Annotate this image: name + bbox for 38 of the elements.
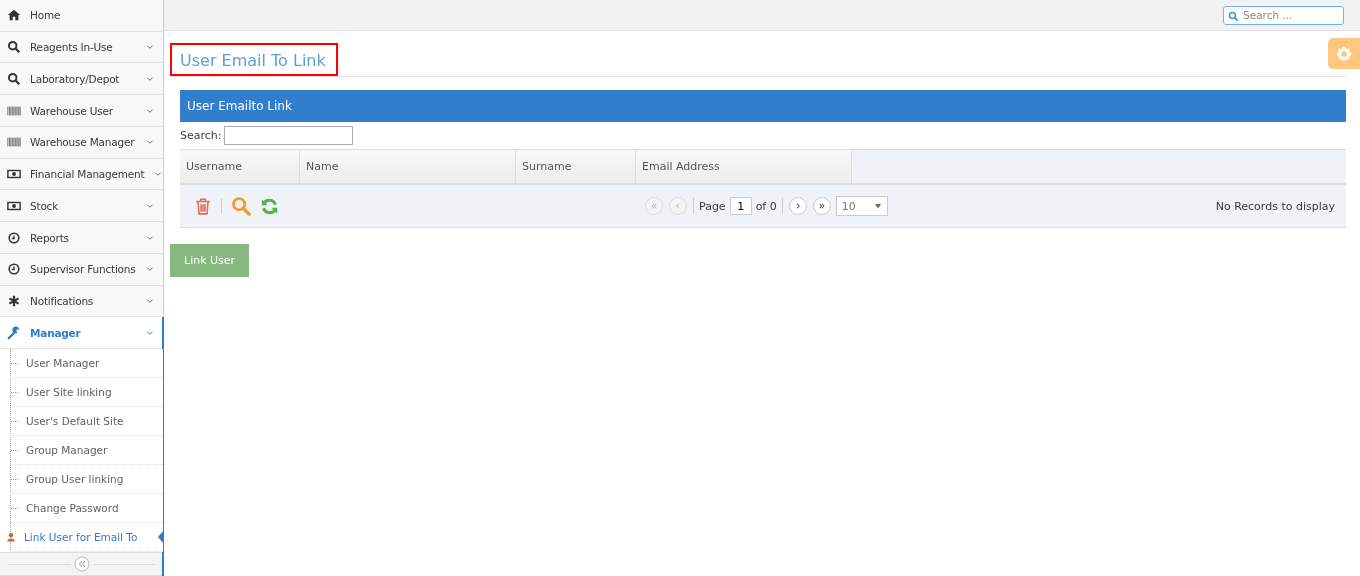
status-text: No Records to display: [1215, 199, 1336, 213]
person-icon: [6, 532, 16, 543]
settings-button[interactable]: [1328, 38, 1360, 69]
search-field[interactable]: [223, 126, 353, 145]
page-size-dropdown[interactable]: 10: [835, 196, 888, 216]
column-header[interactable]: Name: [300, 150, 516, 183]
asterisk-icon: [7, 293, 21, 308]
submenu-item[interactable]: Group User linking: [10, 465, 163, 495]
search-icon: [7, 71, 21, 86]
page-count: of 0: [755, 199, 777, 213]
next-page-button[interactable]: [788, 197, 807, 215]
trash-icon: [194, 197, 212, 215]
submenu-item[interactable]: Group Manager: [10, 436, 163, 466]
search-icon: [231, 196, 251, 216]
search-field[interactable]: Search ...: [1223, 5, 1344, 25]
settings-icon: [1336, 45, 1352, 62]
clock-icon: [7, 262, 21, 277]
collapse-icon: [73, 556, 90, 573]
home-icon: [7, 8, 21, 23]
wrench-icon: [7, 325, 21, 340]
column-header[interactable]: Email Address: [636, 150, 852, 183]
page-label: Page: [699, 199, 726, 213]
page-title: User Email To Link: [170, 43, 338, 76]
submenu-item[interactable]: Change Password: [10, 494, 163, 524]
submenu-item[interactable]: User Manager: [10, 349, 163, 379]
last-page-button[interactable]: [812, 197, 831, 215]
column-header[interactable]: Surname: [516, 150, 636, 183]
search-icon: [1228, 10, 1239, 22]
submenu-item[interactable]: User's Default Site: [10, 407, 163, 437]
refresh-icon: [260, 196, 279, 216]
clock-icon: [7, 230, 21, 245]
grid-caption: User Emailto Link: [180, 90, 1346, 122]
dropdown-arrow-icon: [873, 202, 882, 210]
column-header[interactable]: Username: [180, 150, 300, 183]
search-label: Search:: [180, 129, 222, 142]
search-icon: [7, 40, 21, 55]
submenu-item[interactable]: User Site linking: [10, 378, 163, 408]
page-number-field[interactable]: 1: [729, 197, 752, 215]
